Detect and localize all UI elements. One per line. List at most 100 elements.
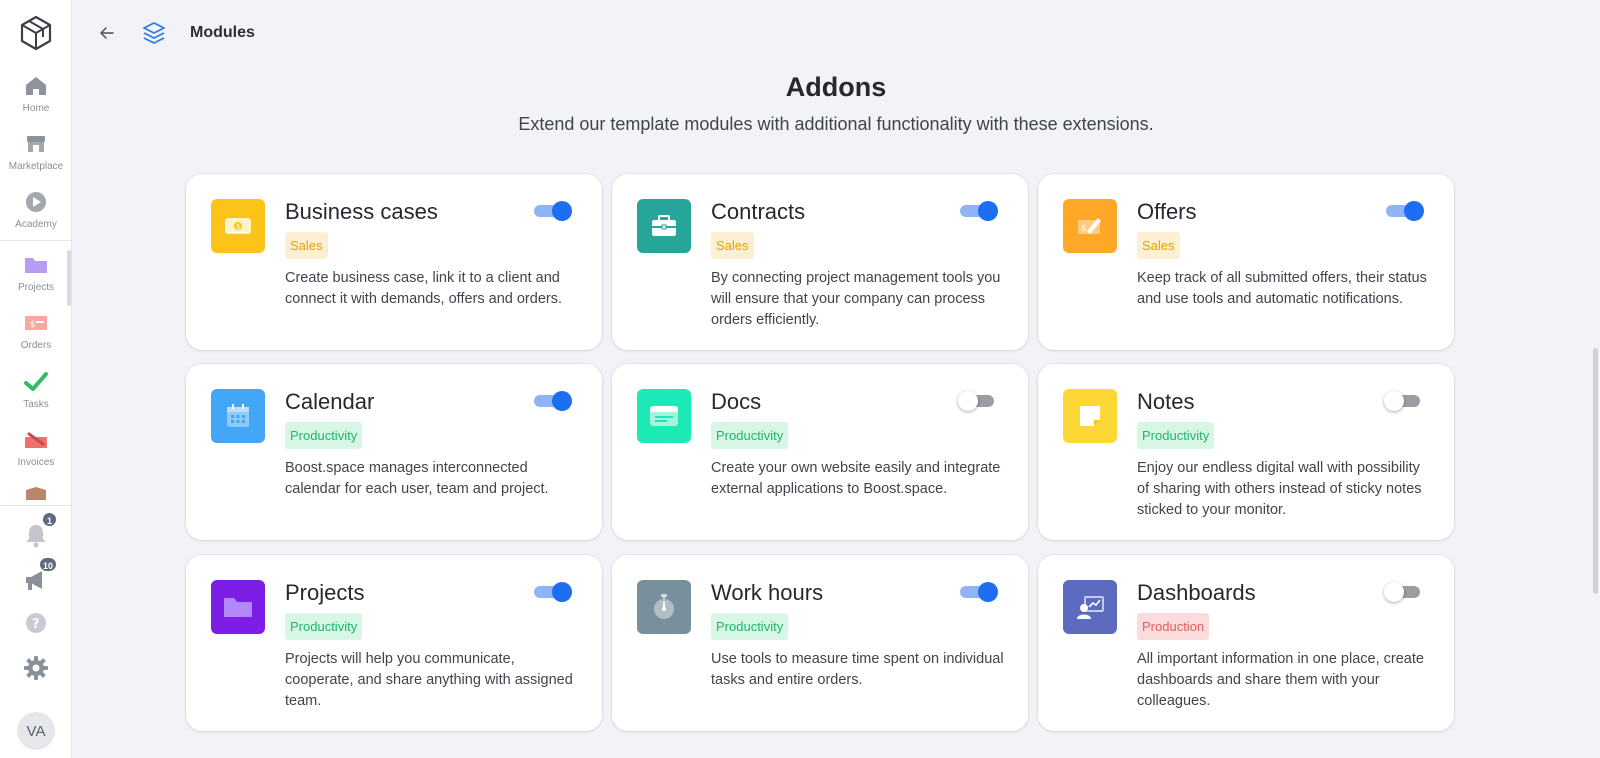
sidebar-item-label: Tasks (23, 399, 49, 410)
addon-toggle[interactable] (1384, 582, 1426, 602)
announcements-badge: 10 (37, 556, 58, 573)
addon-card[interactable]: Dashboards Production All important inform… (1038, 555, 1454, 731)
category-tag: Sales (711, 232, 754, 259)
gear-icon (24, 656, 48, 680)
orders-icon: $ (25, 316, 47, 330)
addon-title: Calendar (285, 389, 375, 414)
addon-title: Work hours (711, 580, 824, 605)
toggle-knob (552, 201, 572, 221)
toggle-knob (1384, 391, 1404, 411)
invoices-icon (25, 432, 47, 448)
sidebar-item-label: Orders (20, 340, 52, 351)
addon-toggle[interactable] (958, 391, 1000, 411)
main-scrollbar[interactable] (1593, 348, 1598, 594)
store-icon (27, 136, 45, 152)
toggle-knob (1404, 201, 1424, 221)
breadcrumb-title: Modules (190, 24, 255, 41)
addon-card[interactable]: Docs Productivity Create your own website … (612, 364, 1028, 540)
arrow-left-icon (100, 27, 114, 39)
help-icon: ? (26, 613, 46, 633)
category-tag: Productivity (711, 613, 789, 640)
back-button[interactable] (96, 22, 118, 44)
sidebar-item-label: Projects (17, 282, 55, 293)
sidebar-divider (0, 240, 72, 241)
addon-title: Business cases (285, 199, 438, 224)
folder-icon (211, 580, 265, 634)
sidebar: Home Marketplace Academy Projects $ Orde… (0, 0, 72, 758)
offer-icon: $ (1063, 199, 1117, 253)
settings-button[interactable] (22, 654, 50, 682)
addon-toggle[interactable] (1384, 201, 1426, 221)
calendar-icon (211, 389, 265, 443)
sidebar-item-orders[interactable]: $ Orders (0, 311, 72, 351)
home-icon (26, 77, 46, 95)
category-tag: Sales (285, 232, 328, 259)
addon-toggle[interactable] (532, 201, 574, 221)
svg-text:$: $ (30, 320, 36, 330)
addon-card[interactable]: Notes Productivity Enjoy our endless digit… (1038, 364, 1454, 540)
addon-description: All important information in one place, … (1137, 651, 1424, 709)
notifications-button[interactable]: 1 (22, 511, 58, 549)
sidebar-item-tasks[interactable]: Tasks (0, 370, 72, 410)
sidebar-item-projects[interactable]: Projects (0, 253, 72, 293)
toggle-knob (978, 582, 998, 602)
sidebar-item-invoices[interactable]: Invoices (0, 428, 72, 468)
category-tag: Productivity (285, 613, 363, 640)
svg-text:$: $ (1081, 224, 1087, 234)
addon-toggle[interactable] (958, 201, 1000, 221)
sidebar-item-academy[interactable]: Academy (0, 190, 72, 230)
addon-toggle[interactable] (532, 582, 574, 602)
box-icon (26, 487, 46, 500)
addon-title: Notes (1137, 389, 1195, 414)
boost-logo-icon[interactable] (19, 15, 53, 51)
sidebar-item-home[interactable]: Home (0, 74, 72, 114)
toggle-knob (1384, 582, 1404, 602)
sidebar-item-label: Invoices (17, 457, 55, 468)
addon-title: Projects (285, 580, 365, 605)
toggle-knob (552, 582, 572, 602)
addon-card[interactable]: Calendar Productivity Boost.space manages … (186, 364, 602, 540)
addon-card[interactable]: $ Offers Sales Keep track of all submitted … (1038, 174, 1454, 350)
notifications-badge: 1 (41, 511, 58, 528)
addon-title: Contracts (711, 199, 806, 224)
toggle-knob (958, 391, 978, 411)
addon-title: Dashboards (1137, 580, 1256, 605)
svg-text:$: $ (236, 223, 240, 231)
sidebar-item-marketplace[interactable]: Marketplace (0, 132, 72, 172)
toggle-knob (978, 201, 998, 221)
addon-card[interactable]: Work hours Productivity Use tools to measu… (612, 555, 1028, 731)
play-icon (26, 192, 46, 212)
addon-title: Offers (1137, 199, 1197, 224)
money-icon: $ (211, 199, 265, 253)
addon-description: Use tools to measure time spent on indiv… (711, 651, 1004, 688)
category-tag: Productivity (711, 422, 789, 449)
category-tag: Production (1137, 613, 1210, 640)
addon-toggle[interactable] (958, 582, 1000, 602)
addon-title: Docs (711, 389, 762, 414)
addon-description: Create business case, link it to a clien… (285, 270, 562, 307)
help-button[interactable]: ? (22, 609, 50, 637)
announcements-button[interactable]: 10 (22, 556, 58, 594)
addon-toggle[interactable] (1384, 391, 1426, 411)
page-subtitle: Extend our template modules with additio… (518, 114, 1154, 134)
sidebar-item-more[interactable] (0, 486, 72, 500)
addon-description: Enjoy our endless digital wall with poss… (1137, 460, 1422, 518)
briefcase-icon (637, 199, 691, 253)
svg-text:?: ? (32, 617, 40, 632)
check-icon (24, 372, 48, 391)
notes-icon (1063, 389, 1117, 443)
sidebar-scrollbar[interactable] (67, 250, 71, 306)
docs-icon (637, 389, 691, 443)
sidebar-divider (0, 505, 72, 506)
addon-description: Create your own website easily and integ… (711, 460, 1001, 497)
addon-card[interactable]: $ Business cases Sales Create business case… (186, 174, 602, 350)
layers-icon (143, 22, 165, 44)
category-tag: Productivity (285, 422, 363, 449)
avatar[interactable]: VA (17, 712, 55, 750)
addon-card[interactable]: Contracts Sales By connecting project mana… (612, 174, 1028, 350)
addon-toggle[interactable] (532, 391, 574, 411)
folder-icon (25, 258, 47, 273)
sidebar-item-label: Marketplace (8, 161, 64, 172)
addon-description: By connecting project management tools y… (711, 270, 1001, 328)
addon-card[interactable]: Projects Productivity Projects will help y… (186, 555, 602, 731)
